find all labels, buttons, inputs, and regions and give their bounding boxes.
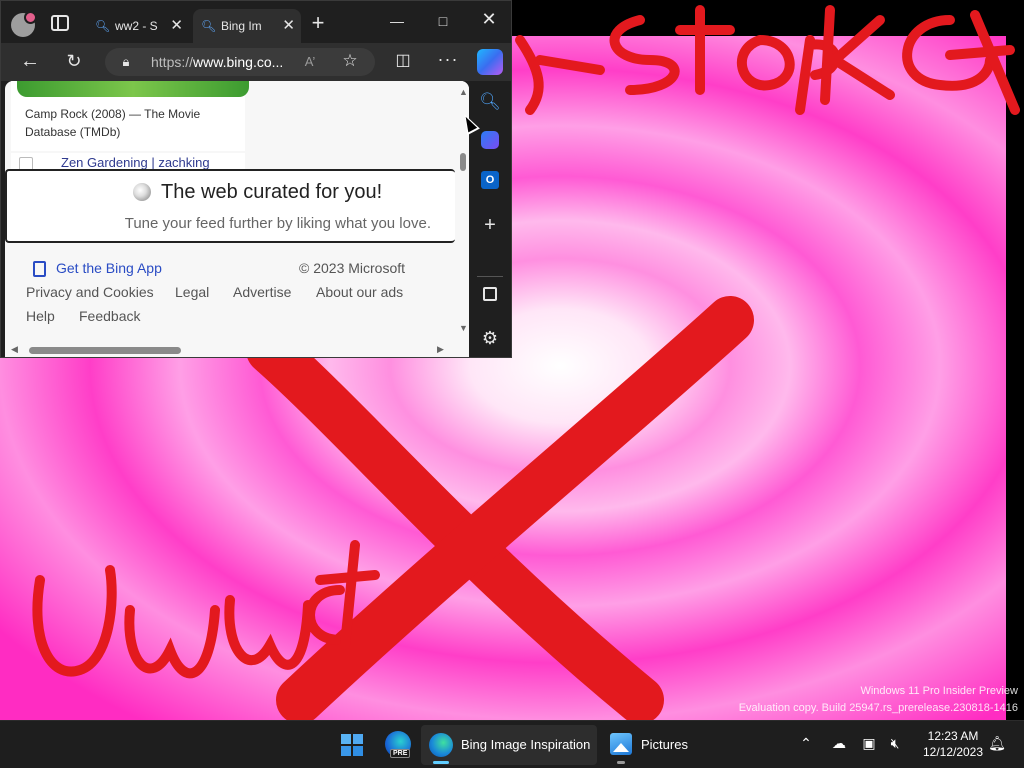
copilot-icon[interactable] — [481, 131, 499, 149]
horizontal-scrollbar[interactable]: ◀ ▶ — [5, 343, 457, 357]
tab-bing-image[interactable]: 🔍︎ Bing Im ✕ — [193, 9, 301, 43]
privacy-link[interactable]: Privacy and Cookies — [26, 284, 154, 300]
clock-time: 12:23 AM — [927, 729, 979, 743]
network-icon[interactable]: ▣ — [860, 735, 878, 752]
start-button-windows-icon[interactable] — [341, 734, 363, 756]
favorite-star-icon[interactable]: ☆ — [341, 51, 359, 71]
preview-badge: PRE — [390, 749, 411, 758]
taskbar-pictures-label: Pictures — [641, 737, 688, 752]
read-aloud-icon[interactable]: A’ — [301, 52, 319, 72]
taskbar-pictures-window[interactable]: Pictures — [603, 725, 703, 765]
curated-feed-banner: The web curated for you! Tune your feed … — [5, 169, 455, 243]
watermark-line-2: Evaluation copy. Build 25947.rs_prerelea… — [738, 702, 1018, 714]
scroll-left-arrow-icon[interactable]: ◀ — [11, 344, 18, 355]
minimize-icon[interactable]: — — [387, 11, 407, 31]
help-link[interactable]: Help — [26, 308, 55, 324]
url-text[interactable]: https://www.bing.co... — [151, 54, 283, 70]
url-prefix: https:// — [151, 54, 194, 70]
clock-date: 12/12/2023 — [922, 745, 984, 759]
scroll-down-arrow-icon[interactable]: ▼ — [459, 323, 468, 333]
result-thumbnail[interactable] — [17, 81, 249, 97]
tab-ww2[interactable]: 🔍︎ ww2 - S ✕ — [87, 9, 189, 43]
profile-avatar-icon[interactable] — [11, 11, 37, 37]
scroll-up-arrow-icon[interactable]: ▲ — [459, 87, 468, 97]
horizontal-scroll-thumb[interactable] — [29, 347, 181, 354]
tab-title: Bing Im — [221, 19, 262, 33]
search-icon[interactable]: 🔍︎ — [479, 91, 501, 113]
settings-icon[interactable]: ⚙ — [479, 327, 501, 349]
browser-toolbar: ← ↻ 🔒︎ https://www.bing.co... A’ ☆ ◫ ··· — [1, 43, 511, 81]
page-footer: Get the Bing App © 2023 Microsoft Privac… — [5, 245, 457, 345]
running-indicator — [617, 761, 625, 764]
lock-icon[interactable]: 🔒︎ — [119, 52, 133, 72]
legal-link[interactable]: Legal — [175, 284, 209, 300]
tab-close-icon[interactable]: ✕ — [170, 9, 183, 43]
vertical-scroll-thumb[interactable] — [460, 153, 466, 171]
about-ads-link[interactable]: About our ads — [316, 284, 403, 300]
copilot-icon[interactable] — [477, 49, 503, 75]
panel-icon[interactable] — [483, 287, 497, 301]
split-screen-icon[interactable]: ◫ — [393, 51, 413, 71]
search-favicon-icon: 🔍︎ — [95, 19, 111, 33]
tab-title: ww2 - S — [115, 19, 158, 33]
tab-close-icon[interactable]: ✕ — [282, 9, 295, 43]
tab-actions-icon[interactable] — [51, 15, 69, 31]
advertise-link[interactable]: Advertise — [233, 284, 291, 300]
show-hidden-icons-chevron-icon[interactable]: ⌃ — [798, 735, 814, 752]
phone-icon[interactable] — [33, 261, 46, 277]
active-indicator — [433, 761, 449, 764]
result-card-title[interactable]: Camp Rock (2008) — The Movie Database (T… — [25, 105, 235, 141]
get-bing-app-link[interactable]: Get the Bing App — [56, 260, 162, 276]
scroll-right-arrow-icon[interactable]: ▶ — [437, 344, 444, 355]
edge-icon — [429, 733, 453, 757]
onedrive-cloud-icon[interactable]: ☁ — [828, 735, 850, 752]
close-window-icon[interactable]: ✕ — [479, 9, 499, 29]
feedback-link[interactable]: Feedback — [79, 308, 140, 324]
copyright-text: © 2023 Microsoft — [299, 260, 406, 276]
url-domain: www.bing.co... — [193, 54, 284, 70]
result-card-title[interactable]: Zen Gardening | zachking — [61, 155, 210, 170]
refresh-icon[interactable]: ↻ — [63, 51, 85, 71]
watermark-line-1: Windows 11 Pro Insider Preview — [860, 685, 1018, 697]
new-tab-plus-icon[interactable]: + — [307, 12, 329, 34]
back-arrow-icon[interactable]: ← — [19, 51, 41, 71]
add-icon[interactable]: + — [479, 214, 501, 236]
curated-subtitle: Tune your feed further by liking what yo… — [124, 215, 431, 232]
tab-bar: 🔍︎ ww2 - S ✕ 🔍︎ Bing Im ✕ + — □ ✕ — [1, 1, 511, 43]
result-card[interactable]: Camp Rock (2008) — The Movie Database (T… — [11, 81, 249, 151]
notification-bell-icon[interactable]: 🔔︎ — [988, 735, 1006, 752]
address-bar[interactable]: 🔒︎ https://www.bing.co... A’ ☆ — [105, 48, 375, 76]
volume-muted-icon[interactable]: 🔇︎ — [886, 735, 904, 752]
edge-browser-window[interactable]: 🔍︎ ww2 - S ✕ 🔍︎ Bing Im ✕ + — □ ✕ ← ↻ 🔒︎… — [0, 0, 512, 358]
outlook-icon[interactable]: O — [481, 171, 499, 189]
taskbar: PRE Bing Image Inspiration I Pictures ⌃ … — [0, 720, 1024, 768]
photos-icon — [610, 733, 632, 755]
maximize-icon[interactable]: □ — [433, 11, 453, 31]
taskbar-edge-window[interactable]: Bing Image Inspiration I — [421, 725, 597, 765]
sparkle-icon — [133, 183, 151, 201]
search-favicon-icon: 🔍︎ — [201, 19, 217, 33]
more-options-icon[interactable]: ··· — [437, 49, 459, 69]
curated-title: The web curated for you! — [161, 181, 383, 203]
taskbar-edge-label: Bing Image Inspiration I — [461, 737, 591, 752]
clock[interactable]: 12:23 AM 12/12/2023 — [914, 728, 992, 760]
sidebar-divider — [477, 276, 503, 277]
web-page-content: Camp Rock (2008) — The Movie Database (T… — [5, 81, 469, 357]
